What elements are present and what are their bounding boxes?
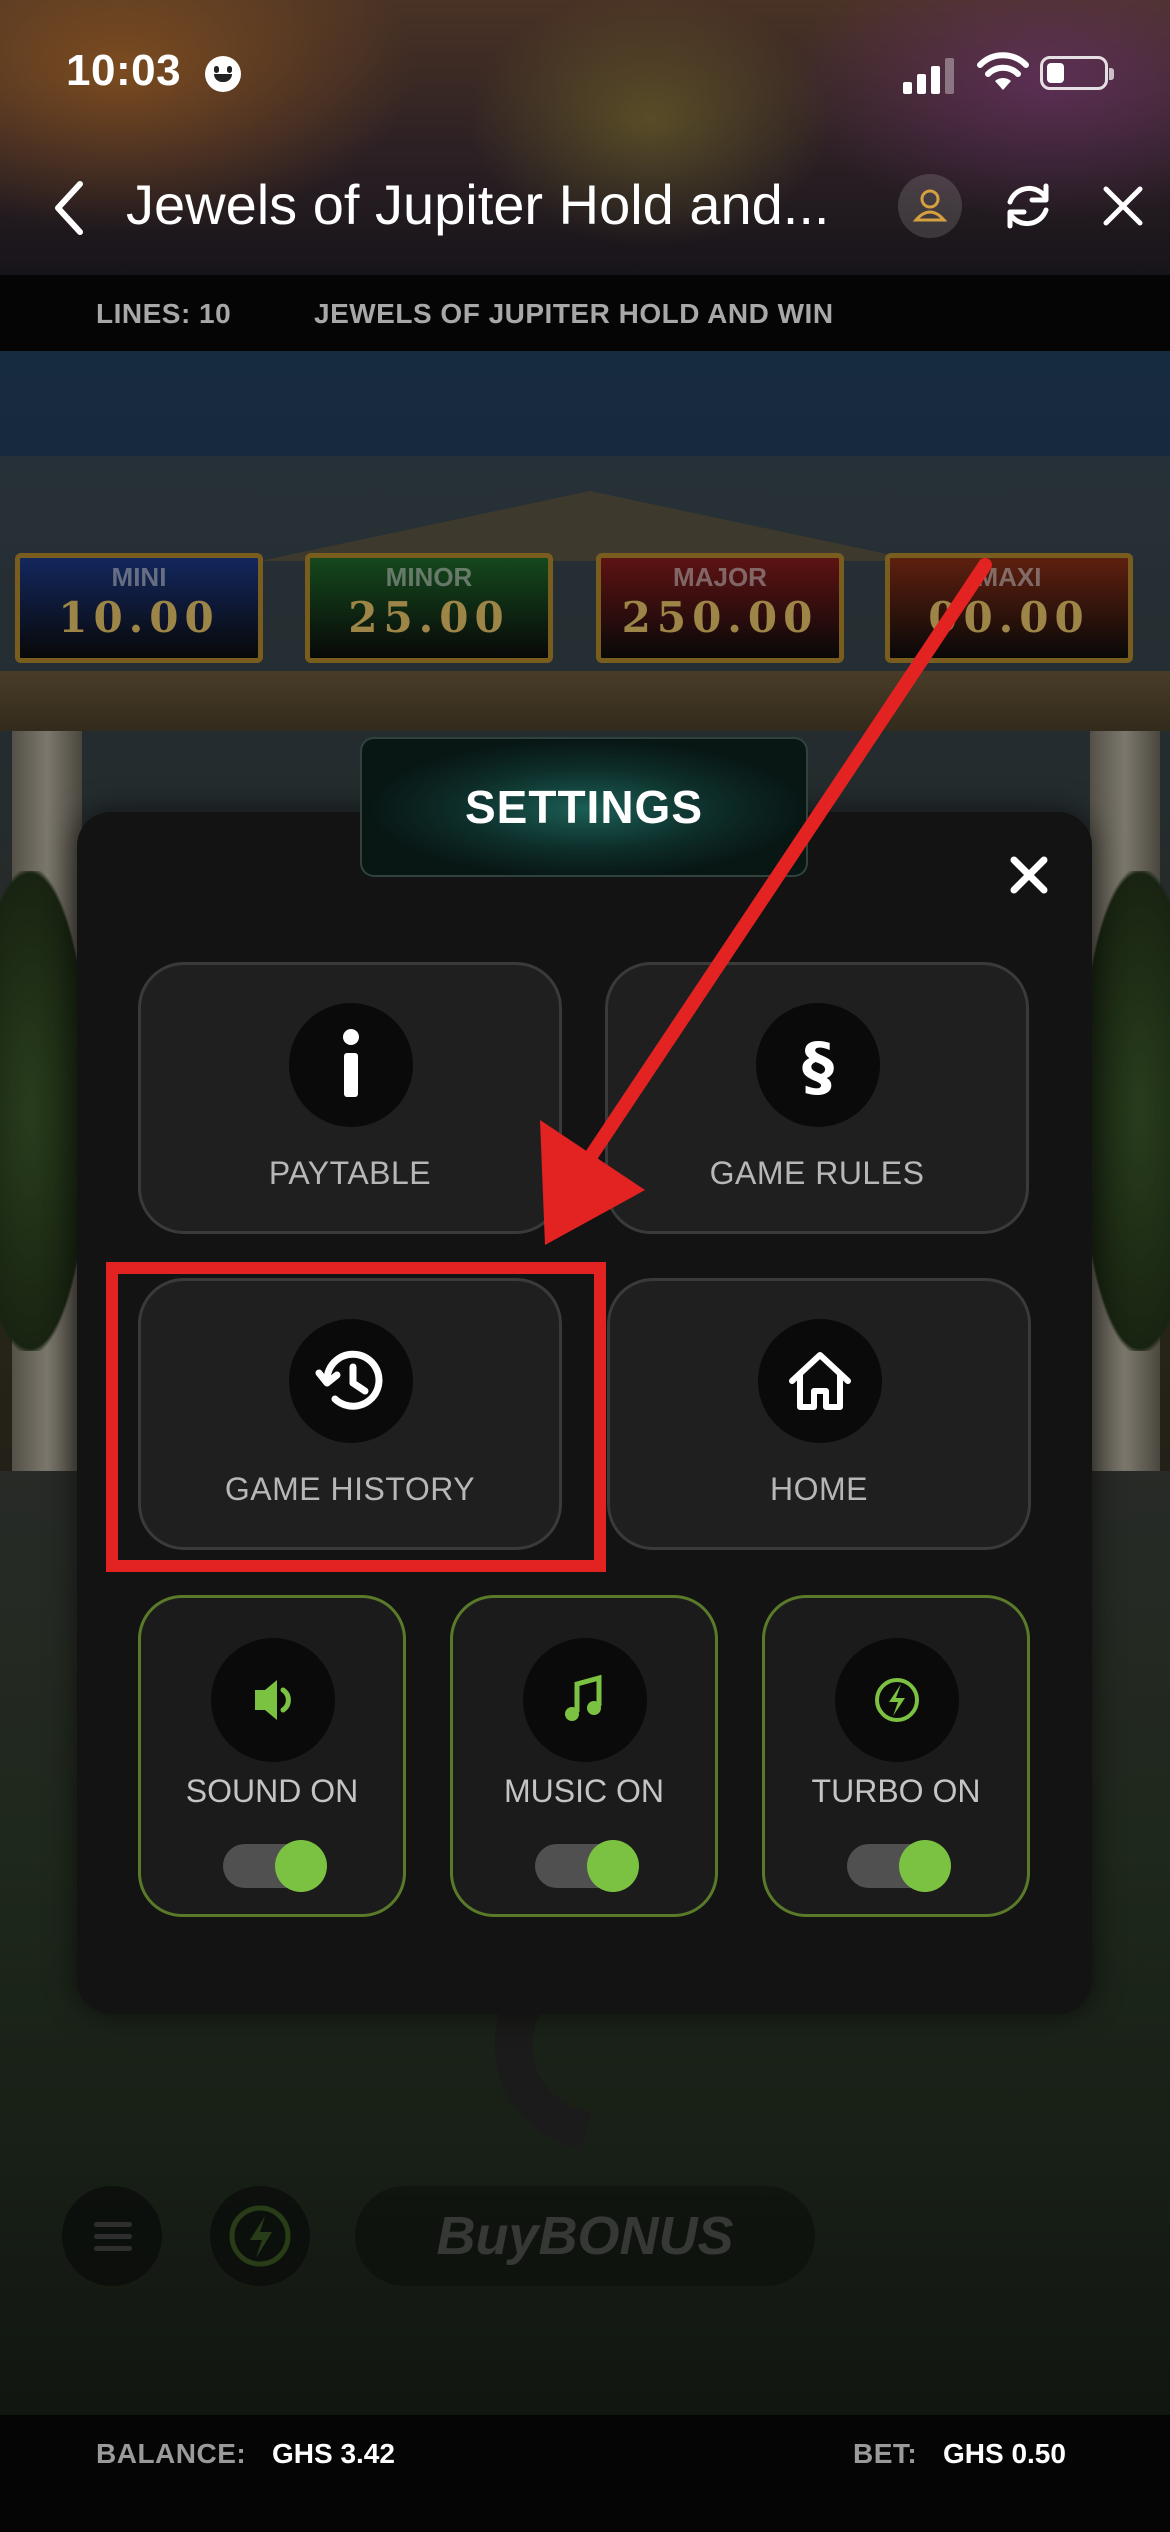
profile-button[interactable] [898,174,962,238]
user-icon [912,189,948,222]
svg-text:§: § [802,1031,834,1105]
speaker-icon [211,1638,335,1762]
close-icon[interactable] [1098,181,1148,231]
settings-header: SETTINGS [360,737,808,877]
settings-title: SETTINGS [464,781,704,833]
lightning-icon [835,1638,959,1762]
game-rules-button[interactable]: § GAME RULES [605,962,1029,1234]
music-note-icon [523,1638,647,1762]
battery-icon [1040,56,1114,90]
lines-count: LINES: 10 [96,298,232,329]
status-time: 10:03 [66,46,182,95]
home-label: HOME [770,1471,868,1507]
bet-label: BET: [853,2438,918,2469]
settings-close-icon[interactable] [1006,852,1052,898]
sound-label: SOUND ON [185,1773,359,1809]
page-title: Jewels of Jupiter Hold and... [126,173,830,236]
bottom-status-bar [0,2415,1170,2532]
music-label: MUSIC ON [504,1773,664,1809]
highlight-box [106,1262,606,1572]
info-icon [289,1003,413,1127]
sound-switch[interactable] [223,1840,327,1892]
home-button[interactable]: HOME [607,1278,1031,1550]
smiley-status-icon [205,56,241,92]
wifi-icon [977,52,1029,90]
balance-value: GHS 3.42 [272,2438,395,2469]
cellular-signal-icon [903,56,955,94]
game-rules-label: GAME RULES [709,1155,925,1191]
paytable-button[interactable]: PAYTABLE [138,962,562,1234]
turbo-label: TURBO ON [811,1773,981,1809]
turbo-toggle-tile[interactable]: TURBO ON [762,1595,1030,1917]
home-icon [758,1319,882,1443]
sound-toggle-tile[interactable]: SOUND ON [138,1595,406,1917]
turbo-switch[interactable] [847,1840,951,1892]
balance-label: BALANCE: [96,2438,247,2469]
bet-value: GHS 0.50 [943,2438,1066,2469]
back-chevron-icon[interactable] [46,178,96,238]
music-toggle-tile[interactable]: MUSIC ON [450,1595,718,1917]
music-switch[interactable] [535,1840,639,1892]
app-header: 10:03 Jewels of Jupiter Hold and... [0,0,1170,275]
game-name: JEWELS OF JUPITER HOLD AND WIN [314,298,834,329]
refresh-icon[interactable] [998,176,1058,236]
paytable-label: PAYTABLE [268,1155,432,1191]
section-icon: § [756,1003,880,1127]
